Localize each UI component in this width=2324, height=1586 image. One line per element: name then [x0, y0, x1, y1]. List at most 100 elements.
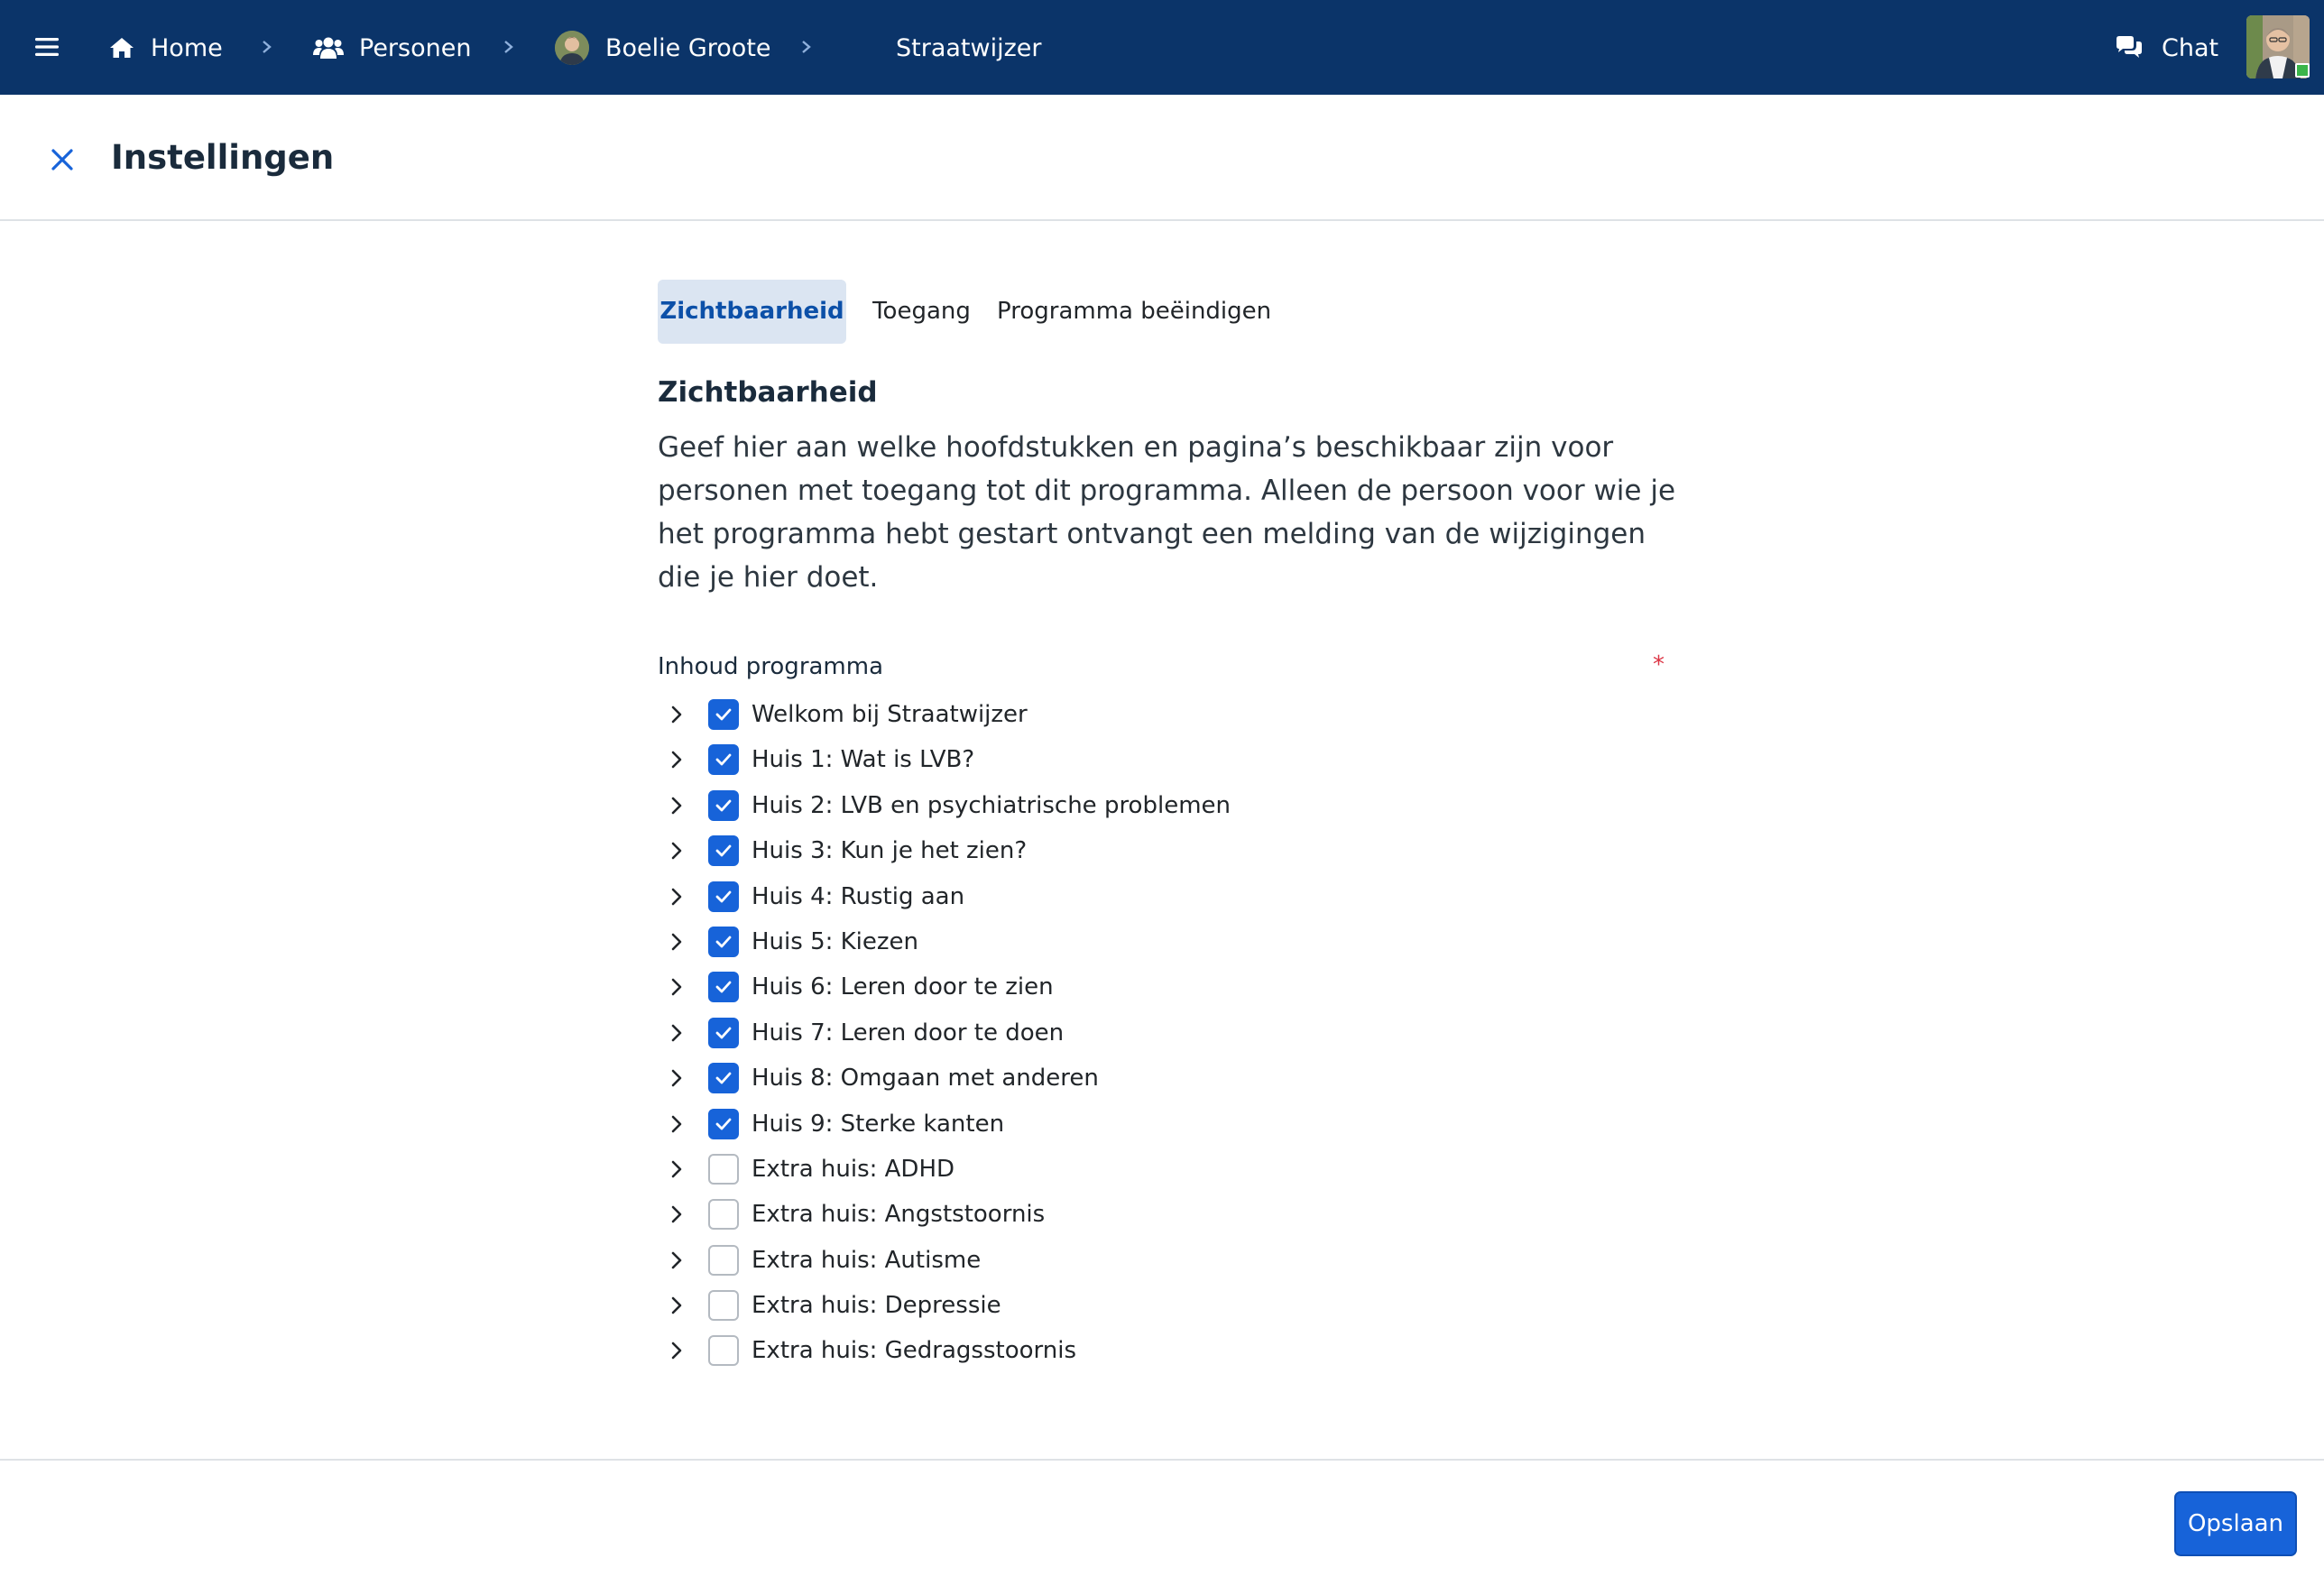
chevron-right-icon[interactable] [670, 976, 683, 998]
item-label: Huis 8: Omgaan met anderen [752, 1065, 1099, 1093]
tree-item: Huis 9: Sterke kanten [658, 1102, 1695, 1148]
tree-item: Extra huis: ADHD [658, 1148, 1695, 1193]
chevron-right-icon[interactable] [670, 1295, 683, 1316]
chevron-right-icon[interactable] [670, 1249, 683, 1271]
item-label: Extra huis: Gedragsstoornis [752, 1337, 1077, 1365]
breadcrumb-label: Boelie Groote [605, 33, 771, 62]
content-field-label: Inhoud programma [658, 653, 884, 680]
item-checkbox[interactable] [708, 744, 739, 776]
item-checkbox[interactable] [708, 926, 739, 957]
item-checkbox[interactable] [708, 835, 739, 867]
chevron-right-icon [263, 41, 272, 53]
checkmark-icon [715, 890, 732, 902]
avatar [555, 31, 589, 65]
chevron-right-icon[interactable] [670, 704, 683, 725]
checkmark-icon [715, 1072, 732, 1084]
item-checkbox[interactable] [708, 1290, 739, 1322]
item-label: Huis 6: Leren door te zien [752, 973, 1054, 1001]
item-label: Huis 1: Wat is LVB? [752, 746, 975, 774]
item-checkbox[interactable] [708, 881, 739, 912]
chat-label: Chat [2162, 33, 2219, 62]
chat-icon [2115, 35, 2144, 60]
item-label: Huis 2: LVB en psychiatrische problemen [752, 791, 1231, 819]
chat-button[interactable]: Chat [2115, 30, 2218, 66]
item-checkbox[interactable] [708, 789, 739, 821]
checkmark-icon [715, 844, 732, 857]
item-checkbox[interactable] [708, 1017, 739, 1048]
breadcrumb-home[interactable]: Home [109, 30, 223, 66]
page-title: Instellingen [111, 138, 335, 177]
tab-zichtbaarheid[interactable]: Zichtbaarheid [658, 280, 846, 344]
section-title: Zichtbaarheid [658, 376, 878, 409]
item-checkbox[interactable] [708, 1108, 739, 1139]
chevron-right-icon[interactable] [670, 1203, 683, 1225]
chevron-right-icon[interactable] [670, 749, 683, 770]
tab-programma-beeindigen[interactable]: Programma beëindigen [997, 280, 1271, 344]
chevron-right-icon[interactable] [670, 1067, 683, 1089]
tree-item: Huis 1: Wat is LVB? [658, 738, 1695, 783]
chevron-right-icon[interactable] [670, 886, 683, 908]
save-button[interactable]: Opslaan [2174, 1491, 2297, 1556]
online-status-indicator [2295, 63, 2310, 78]
chevron-right-icon [504, 41, 513, 53]
tree-item: Huis 5: Kiezen [658, 920, 1695, 965]
chevron-right-icon[interactable] [670, 1340, 683, 1361]
tree-item: Huis 3: Kun je het zien? [658, 829, 1695, 874]
tree-item: Extra huis: Depressie [658, 1284, 1695, 1329]
section-description: Geef hier aan welke hoofdstukken en pagi… [658, 431, 1676, 594]
item-label: Huis 3: Kun je het zien? [752, 837, 1028, 865]
users-icon [313, 35, 344, 60]
checkmark-icon [715, 936, 732, 948]
item-label: Extra huis: ADHD [752, 1155, 955, 1183]
item-label: Huis 9: Sterke kanten [752, 1110, 1005, 1138]
tree-item: Extra huis: Autisme [658, 1239, 1695, 1284]
breadcrumb-person[interactable]: Boelie Groote [555, 30, 771, 66]
tab-toegang[interactable]: Toegang [861, 280, 982, 344]
breadcrumb-label: Personen [359, 33, 472, 62]
required-indicator: * [1653, 651, 1665, 678]
tree-item: Welkom bij Straatwijzer [658, 693, 1695, 738]
tree-item: Extra huis: Gedragsstoornis [658, 1329, 1695, 1374]
item-label: Extra huis: Autisme [752, 1246, 982, 1274]
tree-item: Huis 8: Omgaan met anderen [658, 1056, 1695, 1102]
breadcrumb-personen[interactable]: Personen [313, 30, 471, 66]
item-checkbox[interactable] [708, 1063, 739, 1094]
item-checkbox[interactable] [708, 1244, 739, 1276]
breadcrumb-label: Straatwijzer [896, 33, 1042, 62]
chevron-right-icon[interactable] [670, 840, 683, 862]
item-label: Huis 5: Kiezen [752, 927, 919, 955]
item-checkbox[interactable] [708, 972, 739, 1003]
home-icon [109, 36, 134, 60]
chevron-right-icon[interactable] [670, 1158, 683, 1180]
tree-item: Huis 2: LVB en psychiatrische problemen [658, 784, 1695, 829]
item-label: Huis 4: Rustig aan [752, 882, 965, 910]
item-checkbox[interactable] [708, 1153, 739, 1185]
content-tree: Welkom bij Straatwijzer Huis 1: Wat is LV… [658, 693, 1695, 1375]
checkmark-icon [715, 753, 732, 766]
hamburger-icon[interactable] [34, 34, 60, 60]
chevron-right-icon [802, 41, 811, 53]
tree-item: Extra huis: Angststoornis [658, 1193, 1695, 1238]
page-header: Instellingen [0, 95, 2324, 221]
breadcrumb-current: Straatwijzer [896, 30, 1041, 66]
breadcrumb-label: Home [151, 33, 223, 62]
checkmark-icon [715, 1118, 732, 1130]
item-label: Welkom bij Straatwijzer [752, 701, 1028, 728]
checkmark-icon [715, 708, 732, 721]
top-navbar: Home Personen Boelie Groote Straatwijzer… [0, 0, 2324, 95]
footer-divider [0, 1459, 2324, 1461]
close-icon[interactable] [48, 145, 77, 174]
item-checkbox[interactable] [708, 1199, 739, 1231]
item-label: Extra huis: Angststoornis [752, 1201, 1046, 1229]
checkmark-icon [715, 1027, 732, 1039]
item-checkbox[interactable] [708, 699, 739, 730]
item-label: Extra huis: Depressie [752, 1292, 1001, 1320]
tree-item: Huis 4: Rustig aan [658, 875, 1695, 920]
chevron-right-icon[interactable] [670, 1113, 683, 1135]
chevron-right-icon[interactable] [670, 931, 683, 953]
chevron-right-icon[interactable] [670, 795, 683, 816]
tree-item: Huis 6: Leren door te zien [658, 965, 1695, 1010]
item-label: Huis 7: Leren door te doen [752, 1019, 1065, 1047]
item-checkbox[interactable] [708, 1335, 739, 1367]
chevron-right-icon[interactable] [670, 1022, 683, 1044]
